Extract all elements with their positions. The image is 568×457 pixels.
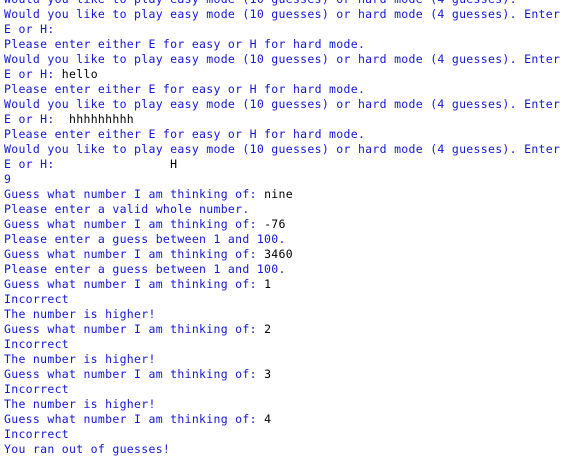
console-line: Guess what number I am thinking of: 2 bbox=[4, 322, 564, 337]
console-line: Would you like to play easy mode (10 gue… bbox=[4, 52, 564, 82]
program-output-text: The number is higher! bbox=[4, 352, 156, 366]
console-line: Would you like to play easy mode (10 gue… bbox=[4, 142, 564, 172]
program-output-text: Please enter a guess between 1 and 100. bbox=[4, 262, 286, 276]
program-output-text: 9 bbox=[4, 172, 12, 186]
console-line: Please enter a guess between 1 and 100. bbox=[4, 262, 564, 277]
console-line: Please enter a valid whole number. bbox=[4, 202, 564, 217]
console-line: Incorrect bbox=[4, 337, 564, 352]
program-output-text: Incorrect bbox=[4, 427, 70, 441]
user-input-text: 1 bbox=[264, 277, 272, 291]
console-line: Please enter either E for easy or H for … bbox=[4, 127, 564, 142]
console-line: Would you like to play easy mode (10 gue… bbox=[4, 7, 564, 37]
program-output-text: Incorrect bbox=[4, 292, 70, 306]
user-input-text: H bbox=[61, 157, 178, 171]
console-line: Would you like to play easy mode (10 gue… bbox=[4, 97, 564, 127]
console-line: Guess what number I am thinking of: 3 bbox=[4, 367, 564, 382]
user-input-text: -76 bbox=[264, 217, 286, 231]
console-line: 9 bbox=[4, 172, 564, 187]
user-input-text: hhhhhhhhh bbox=[61, 112, 135, 126]
console-line: Would you like to play easy mode (10 gue… bbox=[4, 0, 564, 7]
program-output-text: Guess what number I am thinking of: bbox=[4, 322, 265, 336]
program-output-text: Guess what number I am thinking of: bbox=[4, 277, 265, 291]
user-input-text: hello bbox=[61, 67, 98, 81]
console-line: Incorrect bbox=[4, 382, 564, 397]
user-input-text: 4 bbox=[264, 412, 272, 426]
console-line: Guess what number I am thinking of: 4 bbox=[4, 412, 564, 427]
program-output-text: Would you like to play easy mode (10 gue… bbox=[4, 0, 517, 6]
program-output-text: Guess what number I am thinking of: bbox=[4, 217, 265, 231]
program-output-text: The number is higher! bbox=[4, 307, 156, 321]
console-line: Guess what number I am thinking of: -76 bbox=[4, 217, 564, 232]
program-output-text: Please enter either E for easy or H for … bbox=[4, 127, 366, 141]
program-output-text: Guess what number I am thinking of: bbox=[4, 247, 265, 261]
console-line: Please enter a guess between 1 and 100. bbox=[4, 232, 564, 247]
console-line: Incorrect bbox=[4, 427, 564, 442]
console-line: The number is higher! bbox=[4, 397, 564, 412]
program-output-text: Incorrect bbox=[4, 337, 70, 351]
console-line: The number is higher! bbox=[4, 352, 564, 367]
console-line: Please enter either E for easy or H for … bbox=[4, 37, 564, 52]
program-output-text: Guess what number I am thinking of: bbox=[4, 412, 265, 426]
program-output-text: Please enter either E for easy or H for … bbox=[4, 82, 366, 96]
console-line: Incorrect bbox=[4, 292, 564, 307]
console-output[interactable]: Would you like to play easy mode (10 gue… bbox=[0, 0, 568, 457]
program-output-text: You ran out of guesses! bbox=[4, 442, 171, 456]
program-output-text: The number is higher! bbox=[4, 397, 156, 411]
console-line: Guess what number I am thinking of: 3460 bbox=[4, 247, 564, 262]
program-output-text: Please enter a valid whole number. bbox=[4, 202, 250, 216]
console-line: Please enter either E for easy or H for … bbox=[4, 82, 564, 97]
user-input-text: 2 bbox=[264, 322, 272, 336]
program-output-text: Guess what number I am thinking of: bbox=[4, 187, 265, 201]
user-input-text: nine bbox=[264, 187, 293, 201]
user-input-text: 3 bbox=[264, 367, 272, 381]
user-input-text: 3460 bbox=[264, 247, 293, 261]
program-output-text: Please enter a guess between 1 and 100. bbox=[4, 232, 286, 246]
program-output-text: Would you like to play easy mode (10 gue… bbox=[4, 7, 568, 36]
program-output-text: Incorrect bbox=[4, 382, 70, 396]
program-output-text: Guess what number I am thinking of: bbox=[4, 367, 265, 381]
console-line: The number is higher! bbox=[4, 307, 564, 322]
console-line: Guess what number I am thinking of: 1 bbox=[4, 277, 564, 292]
console-line: Guess what number I am thinking of: nine bbox=[4, 187, 564, 202]
program-output-text: Please enter either E for easy or H for … bbox=[4, 37, 366, 51]
